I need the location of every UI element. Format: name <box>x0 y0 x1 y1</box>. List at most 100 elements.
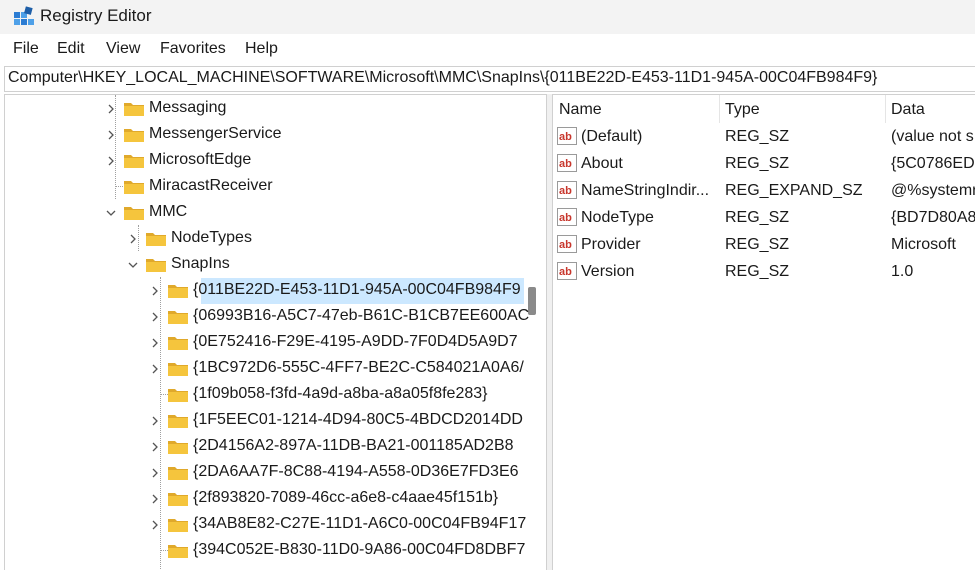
folder-icon <box>168 337 188 350</box>
tree-node[interactable]: {011BE22D-E453-11D1-945A-00C04FB984F9 <box>152 278 524 304</box>
tree-node[interactable]: MMC <box>5 200 520 226</box>
tree-node[interactable]: {1BC972D6-555C-4FF7-BE2C-C584021A0A6/ <box>5 356 524 382</box>
chevron-right-icon[interactable] <box>149 441 161 453</box>
value-row[interactable]: ab NodeType REG_SZ {BD7D80A8 <box>553 205 975 232</box>
folder-icon <box>168 545 188 558</box>
menu-view[interactable]: View <box>106 40 140 58</box>
tree-node-label: MiracastReceiver <box>149 177 273 194</box>
menu-favorites[interactable]: Favorites <box>160 40 226 58</box>
value-type: REG_SZ <box>725 263 790 280</box>
tree-node[interactable]: {394C052E-B830-11D0-9A86-00C04FD8DBF7 <box>5 538 525 564</box>
folder-icon <box>168 415 188 428</box>
folder-icon <box>146 233 166 246</box>
folder-icon <box>168 519 188 532</box>
folder-icon <box>168 493 188 506</box>
folder-icon <box>168 363 188 376</box>
svg-text:ab: ab <box>559 212 572 224</box>
value-row[interactable]: ab NameStringIndir... REG_EXPAND_SZ @%syste… <box>553 178 975 205</box>
svg-text:ab: ab <box>559 185 572 197</box>
tree-node[interactable]: Messaging <box>5 96 520 122</box>
value-data: Microsoft <box>891 236 956 253</box>
chevron-right-icon[interactable] <box>105 155 117 167</box>
folder-icon <box>124 181 144 194</box>
column-header-type[interactable]: Type <box>719 95 885 123</box>
folder-icon <box>168 285 188 298</box>
value-type: REG_SZ <box>725 236 790 253</box>
column-header-name[interactable]: Name <box>553 95 719 123</box>
chevron-right-icon[interactable] <box>149 285 161 297</box>
tree-node[interactable]: {06993B16-A5C7-47eb-B61C-B1CB7EE600AC <box>5 304 529 330</box>
chevron-right-icon[interactable] <box>149 467 161 479</box>
value-name: Version <box>581 263 635 280</box>
menu-edit[interactable]: Edit <box>57 40 85 58</box>
value-type: REG_EXPAND_SZ <box>725 182 863 199</box>
tree-node-label: SnapIns <box>171 255 230 272</box>
string-value-icon: ab <box>557 181 577 199</box>
tree-node[interactable]: {2DA6AA7F-8C88-4194-A558-0D36E7FD3E6 <box>5 460 520 486</box>
chevron-right-icon[interactable] <box>149 519 161 531</box>
chevron-down-icon[interactable] <box>127 259 139 271</box>
value-name: Provider <box>581 236 641 253</box>
tree-node-label: {0E752416-F29E-4195-A9DD-7F0D4D5A9D7 <box>193 333 518 350</box>
chevron-right-icon[interactable] <box>149 363 161 375</box>
tree-node[interactable]: {2f893820-7089-46cc-a6e8-c4aae45f151b} <box>5 486 520 512</box>
tree-node[interactable]: MicrosoftEdge <box>5 148 520 174</box>
tree-node-label: {2f893820-7089-46cc-a6e8-c4aae45f151b} <box>193 489 499 506</box>
address-bar[interactable]: Computer\HKEY_LOCAL_MACHINE\SOFTWARE\Mic… <box>4 66 975 92</box>
value-type: REG_SZ <box>725 128 790 145</box>
tree-node[interactable]: NodeTypes <box>5 226 520 252</box>
tree-node-label: {06993B16-A5C7-47eb-B61C-B1CB7EE600AC <box>193 307 530 324</box>
svg-text:ab: ab <box>559 266 572 278</box>
value-data: @%systemr <box>891 182 975 199</box>
tree-node-label: {1f09b058-f3fd-4a9d-a8ba-a8a05f8fe283} <box>193 385 488 402</box>
tree-node-label: {1F5EEC01-1214-4D94-80C5-4BDCD2014DD <box>193 411 523 428</box>
menu-help[interactable]: Help <box>245 40 278 58</box>
folder-icon <box>124 103 144 116</box>
folder-icon <box>124 207 144 220</box>
value-name: NodeType <box>581 209 654 226</box>
tree-node-label: {2DA6AA7F-8C88-4194-A558-0D36E7FD3E6 <box>193 463 519 480</box>
value-row[interactable]: ab Version REG_SZ 1.0 <box>553 259 975 286</box>
chevron-right-icon[interactable] <box>149 415 161 427</box>
value-type: REG_SZ <box>725 155 790 172</box>
chevron-right-icon[interactable] <box>127 233 139 245</box>
chevron-right-icon[interactable] <box>149 311 161 323</box>
string-value-icon: ab <box>557 127 577 145</box>
tree-node[interactable]: {0E752416-F29E-4195-A9DD-7F0D4D5A9D7 <box>5 330 520 356</box>
value-name: NameStringIndir... <box>581 182 710 199</box>
tree-node-label: {011BE22D-E453-11D1-945A-00C04FB984F9 <box>193 281 521 298</box>
value-row[interactable]: ab About REG_SZ {5C0786ED- <box>553 151 975 178</box>
folder-icon <box>168 467 188 480</box>
chevron-right-icon[interactable] <box>149 337 161 349</box>
chevron-down-icon[interactable] <box>105 207 117 219</box>
folder-icon <box>168 311 188 324</box>
value-name: About <box>581 155 623 172</box>
tree-node-label: {394C052E-B830-11D0-9A86-00C04FD8DBF7 <box>193 541 526 558</box>
tree-node-label: {34AB8E82-C27E-11D1-A6C0-00C04FB94F17 <box>193 515 527 532</box>
tree-node[interactable]: MessengerService <box>5 122 520 148</box>
chevron-right-icon[interactable] <box>149 493 161 505</box>
value-row[interactable]: ab Provider REG_SZ Microsoft <box>553 232 975 259</box>
menu-file[interactable]: File <box>13 40 39 58</box>
string-value-icon: ab <box>557 208 577 226</box>
address-path[interactable]: Computer\HKEY_LOCAL_MACHINE\SOFTWARE\Mic… <box>8 69 877 87</box>
tree-node[interactable]: MiracastReceiver <box>5 174 520 200</box>
tree-node[interactable]: SnapIns <box>5 252 520 278</box>
tree-node[interactable]: {1f09b058-f3fd-4a9d-a8ba-a8a05f8fe283} <box>5 382 520 408</box>
menu-bar: File Edit View Favorites Help <box>0 36 975 64</box>
column-header-data[interactable]: Data <box>885 95 975 123</box>
values-list-pane[interactable]: Name Type Data ab (Default) REG_SZ (value n… <box>552 94 975 570</box>
title-bar: Registry Editor <box>0 0 975 34</box>
tree-node[interactable]: {1F5EEC01-1214-4D94-80C5-4BDCD2014DD <box>5 408 523 434</box>
folder-icon <box>146 259 166 272</box>
key-tree-pane[interactable]: Messaging MessengerService MicrosoftEdge Mi… <box>4 94 547 570</box>
folder-icon <box>124 155 144 168</box>
chevron-right-icon[interactable] <box>105 129 117 141</box>
value-row[interactable]: ab (Default) REG_SZ (value not s <box>553 124 975 151</box>
tree-node[interactable]: {2D4156A2-897A-11DB-BA21-001185AD2B8 <box>5 434 520 460</box>
folder-icon <box>124 129 144 142</box>
window-title: Registry Editor <box>40 6 152 25</box>
chevron-right-icon[interactable] <box>105 103 117 115</box>
tree-node[interactable]: {34AB8E82-C27E-11D1-A6C0-00C04FB94F17 <box>5 512 526 538</box>
value-data: (value not s <box>891 128 974 145</box>
